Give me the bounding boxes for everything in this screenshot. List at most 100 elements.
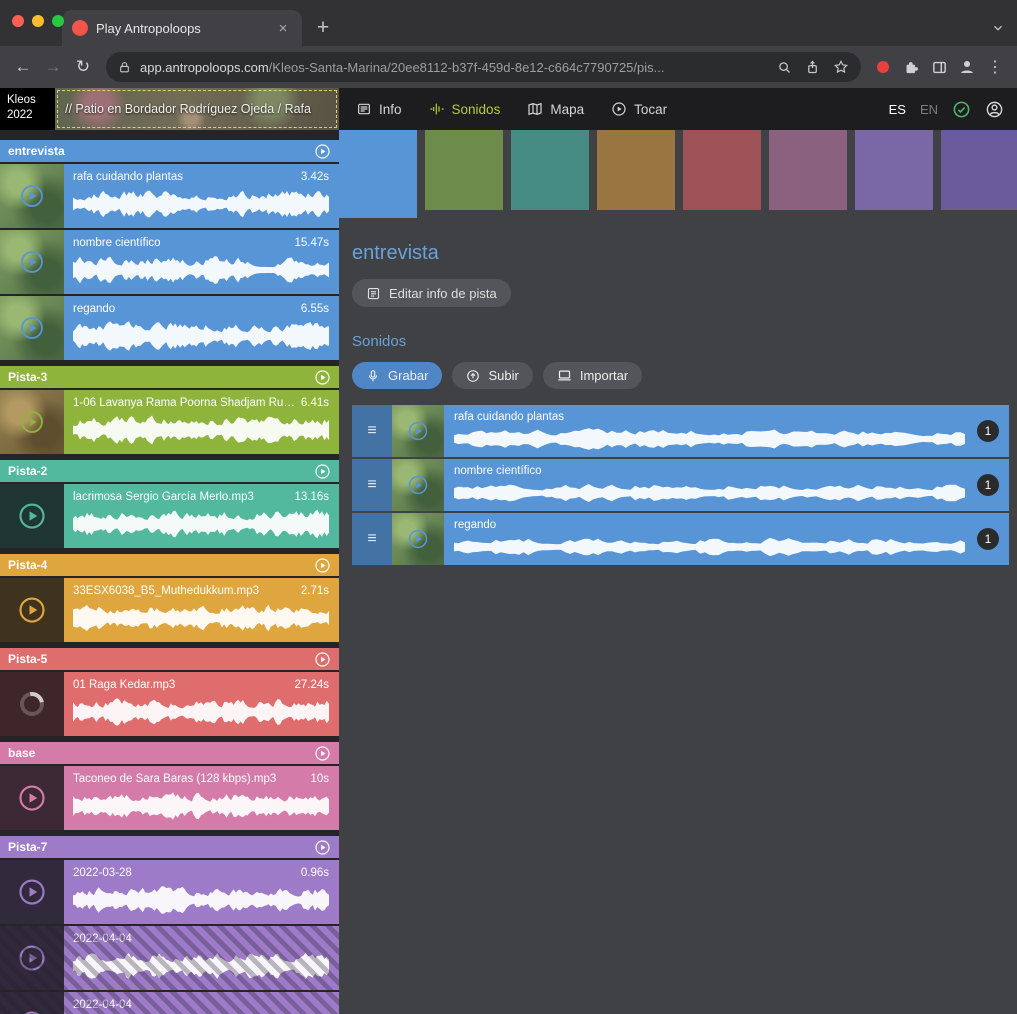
track-play-button[interactable]: [314, 839, 331, 856]
bookmark-star-icon[interactable]: [833, 59, 849, 75]
track-play-icon[interactable]: [314, 143, 331, 160]
share-icon[interactable]: [805, 60, 820, 75]
sound-play-icon[interactable]: [19, 409, 45, 435]
track-header[interactable]: Pista-5: [0, 648, 339, 670]
track-header[interactable]: Pista-4: [0, 554, 339, 576]
record-button[interactable]: Grabar: [352, 362, 442, 389]
sound-thumbnail[interactable]: [392, 405, 444, 457]
edit-track-info-button[interactable]: Editar info de pista: [352, 279, 511, 307]
close-window-button[interactable]: [12, 15, 24, 27]
sound-row[interactable]: 2022-04-04: [0, 926, 339, 990]
track-sound-row[interactable]: ≡ regando 1: [352, 513, 1009, 565]
tab-sonidos[interactable]: Sonidos: [429, 101, 501, 117]
track-play-icon[interactable]: [314, 369, 331, 386]
zoom-icon[interactable]: [777, 60, 792, 75]
sound-thumbnail[interactable]: [0, 484, 64, 548]
zoom-window-button[interactable]: [52, 15, 64, 27]
track-color-swatch[interactable]: [339, 130, 417, 218]
browser-menu-icon[interactable]: ⋮: [981, 53, 1009, 81]
sound-thumbnail[interactable]: [392, 459, 444, 511]
sound-row[interactable]: 01 Raga Kedar.mp3 27.24s: [0, 672, 339, 736]
sound-play-icon[interactable]: [407, 474, 429, 496]
sound-row[interactable]: nombre científico 15.47s: [0, 230, 339, 294]
track-sound-row[interactable]: ≡ rafa cuidando plantas 1: [352, 405, 1009, 457]
tab-close-icon[interactable]: ×: [274, 20, 292, 37]
sound-play-icon[interactable]: [17, 1009, 47, 1014]
sound-thumbnail[interactable]: [0, 578, 64, 642]
track-color-swatch[interactable]: [425, 130, 503, 210]
track-header[interactable]: Pista-2: [0, 460, 339, 482]
sound-thumbnail[interactable]: [0, 860, 64, 924]
extension-icon[interactable]: [877, 61, 889, 73]
lang-es-button[interactable]: ES: [889, 102, 906, 117]
track-play-button[interactable]: [314, 143, 331, 160]
tab-search-chevron-icon[interactable]: [991, 21, 1005, 35]
track-color-swatch[interactable]: [941, 130, 1017, 210]
tab-info[interactable]: Info: [356, 101, 402, 117]
browser-tab[interactable]: Play Antropoloops ×: [62, 10, 302, 46]
sound-thumbnail[interactable]: [0, 296, 64, 360]
track-sound-row[interactable]: ≡ nombre científico 1: [352, 459, 1009, 511]
sound-row[interactable]: 2022-04-04: [0, 992, 339, 1014]
back-button[interactable]: ←: [8, 52, 38, 82]
sync-check-icon[interactable]: [952, 100, 971, 119]
map-thumbnail[interactable]: // Patio en Bordador Rodríguez Ojeda / R…: [55, 88, 339, 130]
sound-row[interactable]: rafa cuidando plantas 3.42s: [0, 164, 339, 228]
profile-avatar-icon[interactable]: [953, 53, 981, 81]
lang-en-button[interactable]: EN: [920, 102, 938, 117]
sound-row[interactable]: lacrimosa Sergio García Merlo.mp3 13.16s: [0, 484, 339, 548]
sound-thumbnail[interactable]: [0, 926, 64, 990]
minimize-window-button[interactable]: [32, 15, 44, 27]
track-header[interactable]: entrevista: [0, 140, 339, 162]
sound-play-icon[interactable]: [17, 501, 47, 531]
sound-row[interactable]: regando 6.55s: [0, 296, 339, 360]
sound-play-icon[interactable]: [17, 595, 47, 625]
import-button[interactable]: Importar: [543, 362, 642, 389]
sound-thumbnail[interactable]: [0, 992, 64, 1014]
sound-row[interactable]: 1-06 Lavanya Rama Poorna Shadjam Rupak..…: [0, 390, 339, 454]
track-color-swatch[interactable]: [855, 130, 933, 210]
sound-play-icon[interactable]: [19, 315, 45, 341]
track-play-icon[interactable]: [314, 651, 331, 668]
side-panel-icon[interactable]: [925, 53, 953, 81]
forward-button[interactable]: →: [38, 52, 68, 82]
track-color-swatch[interactable]: [597, 130, 675, 210]
sound-row[interactable]: 2022-03-28 0.96s: [0, 860, 339, 924]
track-header[interactable]: Pista-3: [0, 366, 339, 388]
sound-play-icon[interactable]: [17, 877, 47, 907]
track-header[interactable]: base: [0, 742, 339, 764]
sound-thumbnail[interactable]: [392, 513, 444, 565]
track-play-button[interactable]: [314, 369, 331, 386]
sound-row[interactable]: 33ESX6038_B5_Muthedukkum.mp3 2.71s: [0, 578, 339, 642]
sound-thumbnail[interactable]: [0, 230, 64, 294]
new-tab-button[interactable]: +: [308, 12, 338, 44]
upload-button[interactable]: Subir: [452, 362, 532, 389]
track-play-button[interactable]: [314, 651, 331, 668]
tab-mapa[interactable]: Mapa: [527, 101, 584, 117]
sound-thumbnail[interactable]: [0, 164, 64, 228]
drag-handle-icon[interactable]: ≡: [352, 405, 392, 457]
drag-handle-icon[interactable]: ≡: [352, 513, 392, 565]
sound-thumbnail[interactable]: [0, 390, 64, 454]
track-header[interactable]: Pista-7: [0, 836, 339, 858]
track-color-swatch[interactable]: [511, 130, 589, 210]
sound-play-icon[interactable]: [19, 183, 45, 209]
address-bar[interactable]: app.antropoloops.com/Kleos-Santa-Marina/…: [106, 52, 861, 82]
sound-play-icon[interactable]: [407, 420, 429, 442]
drag-handle-icon[interactable]: ≡: [352, 459, 392, 511]
project-brand[interactable]: Kleos 2022: [0, 88, 55, 130]
track-play-icon[interactable]: [314, 463, 331, 480]
sound-play-icon[interactable]: [17, 943, 47, 973]
sound-thumbnail[interactable]: [0, 766, 64, 830]
tab-tocar[interactable]: Tocar: [611, 101, 667, 117]
track-play-button[interactable]: [314, 745, 331, 762]
track-play-icon[interactable]: [314, 839, 331, 856]
track-play-button[interactable]: [314, 463, 331, 480]
account-icon[interactable]: [985, 100, 1004, 119]
sound-row[interactable]: Taconeo de Sara Baras (128 kbps).mp3 10s: [0, 766, 339, 830]
track-play-icon[interactable]: [314, 557, 331, 574]
sound-play-icon[interactable]: [17, 783, 47, 813]
sound-play-icon[interactable]: [407, 528, 429, 550]
extensions-puzzle-icon[interactable]: [897, 53, 925, 81]
sound-play-icon[interactable]: [19, 249, 45, 275]
